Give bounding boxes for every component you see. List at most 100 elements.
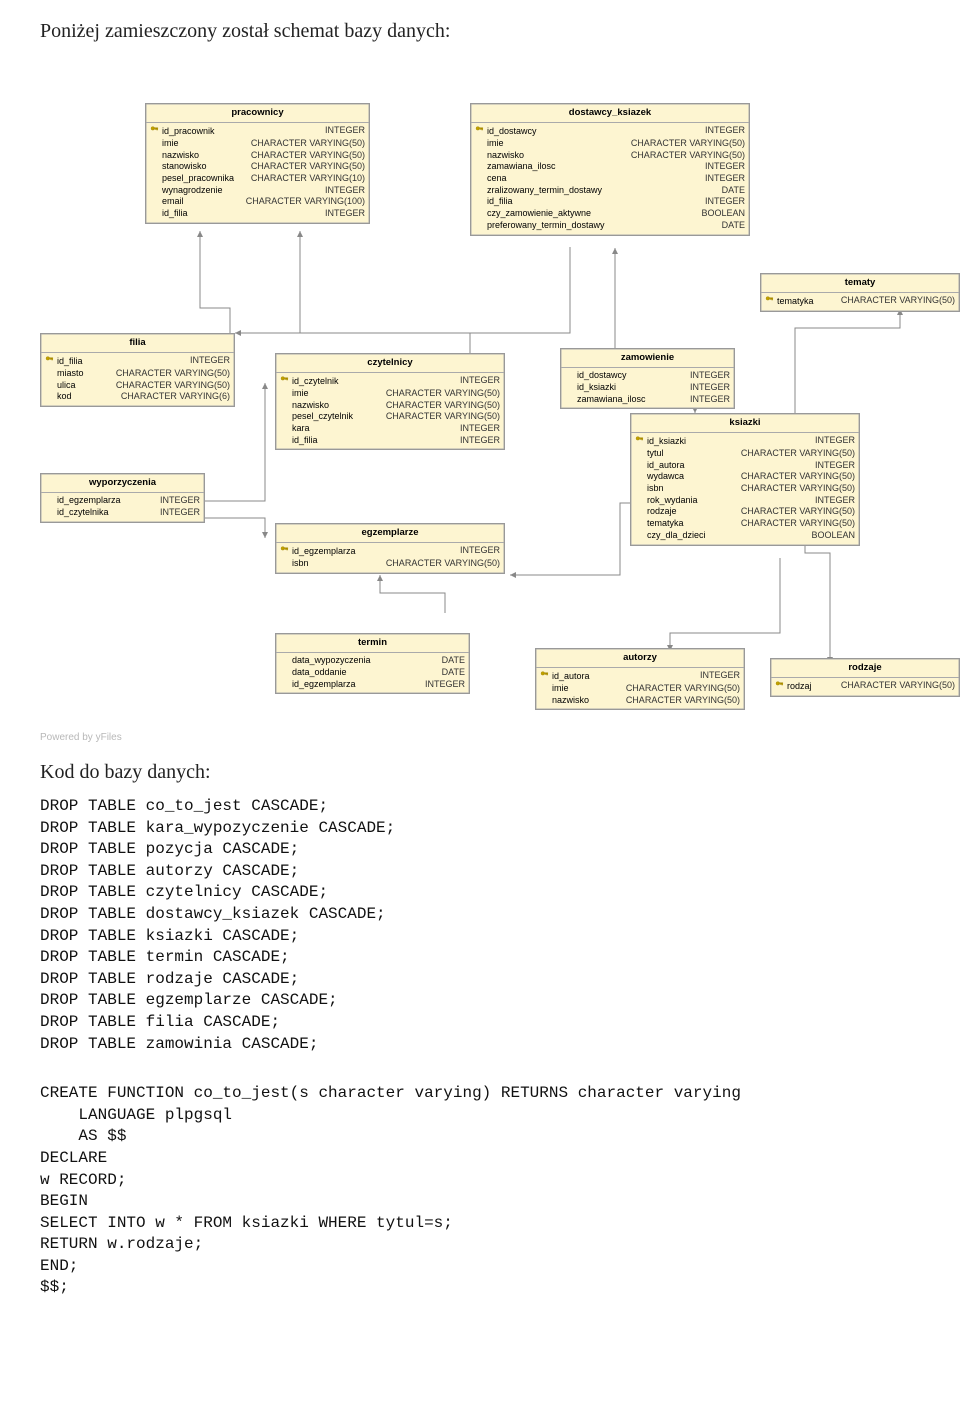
column-type: INTEGER — [815, 495, 855, 507]
column-type: INTEGER — [190, 355, 230, 368]
table-body: tematyka CHARACTER VARYING(50) — [761, 293, 959, 311]
column-name: kara — [280, 423, 310, 435]
column-row: zralizowany_termin_dostawyDATE — [475, 185, 745, 197]
column-type: INTEGER — [325, 185, 365, 197]
column-row: cena INTEGER — [475, 173, 745, 185]
column-name: nazwisko — [150, 150, 199, 162]
column-name: id_egzemplarza — [280, 679, 356, 691]
column-name: cena — [475, 173, 507, 185]
table-title: dostawcy_ksiazek — [471, 104, 749, 123]
column-name: nazwisko — [280, 400, 329, 412]
column-row: ulicaCHARACTER VARYING(50) — [45, 380, 230, 392]
table-filia: filia id_filiaINTEGERmiastoCHARACTER VAR… — [40, 333, 235, 407]
column-name: imie — [280, 388, 309, 400]
column-name: id_autora — [635, 460, 685, 472]
column-type: INTEGER — [700, 670, 740, 683]
column-type: CHARACTER VARYING(50) — [116, 368, 230, 380]
column-name: nazwisko — [475, 150, 524, 162]
column-type: DATE — [442, 667, 465, 679]
column-row: id_filiaINTEGER — [280, 435, 500, 447]
column-name: id_filia — [150, 208, 188, 220]
column-type: INTEGER — [705, 196, 745, 208]
column-name: id_filia — [475, 196, 513, 208]
table-body: id_pracownikINTEGERimieCHARACTER VARYING… — [146, 123, 369, 223]
column-row: id_czytelnikaINTEGER — [45, 507, 200, 519]
column-row: czy_dla_dzieciBOOLEAN — [635, 530, 855, 542]
column-row: wynagrodzenieINTEGER — [150, 185, 365, 197]
column-name: pesel_pracownika — [150, 173, 234, 185]
column-name: id_ksiazki — [565, 382, 616, 394]
column-name: imie — [475, 138, 504, 150]
column-type: CHARACTER VARYING(50) — [741, 518, 855, 530]
sql-drop-block: DROP TABLE co_to_jest CASCADE; DROP TABL… — [40, 796, 920, 1055]
column-row: id_egzemplarzaINTEGER — [45, 495, 200, 507]
column-row: tematyka CHARACTER VARYING(50) — [765, 295, 955, 308]
table-body: id_dostawcyINTEGERimieCHARACTER VARYING(… — [471, 123, 749, 234]
column-type: CHARACTER VARYING(50) — [386, 400, 500, 412]
key-icon — [280, 375, 289, 388]
column-name: id_egzemplarza — [45, 495, 121, 507]
column-name: nazwisko — [540, 695, 589, 707]
column-row: id_egzemplarzaINTEGER — [280, 679, 465, 691]
column-type: INTEGER — [705, 173, 745, 185]
column-type: CHARACTER VARYING(50) — [251, 138, 365, 150]
column-type: BOOLEAN — [701, 208, 745, 220]
column-type: CHARACTER VARYING(50) — [741, 448, 855, 460]
column-row: id_ksiazkiINTEGER — [565, 382, 730, 394]
key-icon — [765, 295, 774, 308]
column-row: rodzajCHARACTER VARYING(50) — [775, 680, 955, 693]
column-row: isbnCHARACTER VARYING(50) — [635, 483, 855, 495]
column-name: imie — [540, 683, 569, 695]
column-row: imieCHARACTER VARYING(50) — [150, 138, 365, 150]
column-row: id_dostawcyINTEGER — [475, 125, 745, 138]
table-title: zamowienie — [561, 349, 734, 368]
column-name: zamawiana_ilosc — [565, 394, 646, 406]
column-row: id_pracownikINTEGER — [150, 125, 365, 138]
column-type: INTEGER — [705, 161, 745, 173]
table-body: id_czytelnikINTEGERimieCHARACTER VARYING… — [276, 373, 504, 449]
column-name: tematyka — [765, 295, 814, 308]
column-type: INTEGER — [460, 423, 500, 435]
column-name: zralizowany_termin_dostawy — [475, 185, 602, 197]
column-type: CHARACTER VARYING(50) — [741, 471, 855, 483]
column-type: CHARACTER VARYING(50) — [386, 388, 500, 400]
column-type: INTEGER — [815, 460, 855, 472]
table-title: czytelnicy — [276, 354, 504, 373]
column-type: INTEGER — [325, 208, 365, 220]
column-name: data_oddanie — [280, 667, 347, 679]
column-row: id_filia INTEGER — [475, 196, 745, 208]
column-row: preferowany_termin_dostawyDATE — [475, 220, 745, 232]
table-body: id_dostawcyINTEGERid_ksiazkiINTEGERzamaw… — [561, 368, 734, 408]
column-type: DATE — [442, 655, 465, 667]
column-type: CHARACTER VARYING(10) — [251, 173, 365, 185]
column-name: miasto — [45, 368, 84, 380]
er-diagram: pracownicy id_pracownikINTEGERimieCHARAC… — [40, 103, 920, 743]
column-name: data_wypozyczenia — [280, 655, 371, 667]
column-name: isbn — [280, 558, 309, 570]
column-name: id_filia — [280, 435, 318, 447]
column-type: CHARACTER VARYING(50) — [741, 483, 855, 495]
column-row: imieCHARACTER VARYING(50) — [540, 683, 740, 695]
key-icon — [775, 680, 784, 693]
column-row: pesel_pracownika CHARACTER VARYING(10) — [150, 173, 365, 185]
column-type: CHARACTER VARYING(50) — [841, 295, 955, 308]
column-type: INTEGER — [705, 125, 745, 138]
column-row: id_autora INTEGER — [635, 460, 855, 472]
table-wyporzyczenia: wyporzyczenia id_egzemplarzaINTEGERid_cz… — [40, 473, 205, 523]
table-body: id_filia INTEGER miasto CHARACTER VARYING(5… — [41, 353, 234, 406]
column-row: kodCHARACTER VARYING(6) — [45, 391, 230, 403]
column-type: CHARACTER VARYING(50) — [841, 680, 955, 693]
column-name: stanowisko — [150, 161, 207, 173]
column-name: id_dostawcy — [565, 370, 627, 382]
table-czytelnicy: czytelnicy id_czytelnikINTEGERimieCHARAC… — [275, 353, 505, 450]
column-name: id_filia — [45, 355, 83, 368]
table-autorzy: autorzy id_autoraINTEGERimieCHARACTER VA… — [535, 648, 745, 710]
column-type: CHARACTER VARYING(50) — [251, 150, 365, 162]
table-title: rodzaje — [771, 659, 959, 678]
column-type: CHARACTER VARYING(100) — [246, 196, 365, 208]
column-type: CHARACTER VARYING(50) — [386, 411, 500, 423]
table-title: autorzy — [536, 649, 744, 668]
column-row: stanowiskoCHARACTER VARYING(50) — [150, 161, 365, 173]
column-type: INTEGER — [160, 507, 200, 519]
column-type: INTEGER — [815, 435, 855, 448]
